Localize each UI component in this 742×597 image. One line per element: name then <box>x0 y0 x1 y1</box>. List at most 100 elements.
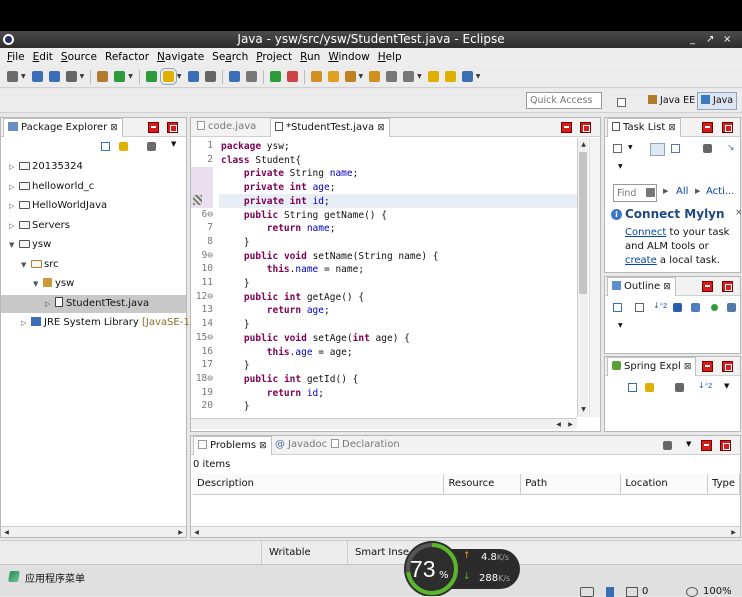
toggle-icon[interactable] <box>187 71 199 82</box>
open-folder-icon[interactable] <box>327 71 339 82</box>
minimize-view-button[interactable] <box>702 281 713 292</box>
maximize-view-button[interactable] <box>720 440 731 451</box>
code-line[interactable]: public void setAge(int age) { <box>221 332 410 346</box>
activate-link[interactable]: Acti... <box>706 186 734 197</box>
code-line[interactable]: package ysw; <box>221 140 290 154</box>
minimize-view-button[interactable] <box>702 122 713 133</box>
code-line[interactable]: } <box>221 236 250 250</box>
minimize-editor-button[interactable] <box>561 122 572 133</box>
scroll-up-icon[interactable]: ▲ <box>578 141 589 148</box>
chevron-down-icon[interactable]: ▼ <box>618 322 623 329</box>
code-line[interactable]: this.name = name; <box>221 263 364 277</box>
maximize-view-button[interactable] <box>722 281 733 292</box>
link-with-editor-icon[interactable] <box>119 142 128 151</box>
mark-occurrences-icon[interactable] <box>159 68 177 85</box>
scroll-right-icon[interactable]: ▶ <box>175 529 186 536</box>
chevron-down-icon[interactable]: ▼ <box>476 73 481 80</box>
chevron-down-icon[interactable]: ▼ <box>628 144 633 151</box>
chevron-down-icon[interactable]: ▼ <box>724 382 729 390</box>
tree-item[interactable]: ▼ ysw <box>1 275 74 293</box>
expand-down-icon[interactable]: ▼ <box>33 276 43 293</box>
expand-right-icon[interactable]: ▷ <box>9 198 19 215</box>
menu-file[interactable]: File <box>7 51 25 63</box>
collapse-all-icon[interactable] <box>101 142 110 151</box>
run-external-icon[interactable] <box>228 71 240 82</box>
code-line[interactable]: } <box>221 277 250 291</box>
menu-source[interactable]: Source <box>61 51 97 63</box>
maximize-view-button[interactable] <box>722 361 733 372</box>
menu-edit[interactable]: Edit <box>33 51 53 63</box>
view-menu-icon[interactable] <box>703 144 712 153</box>
all-tasks-link[interactable]: All <box>676 186 688 197</box>
minimize-view-button[interactable] <box>701 440 712 451</box>
apps-menu-icon[interactable] <box>8 571 20 582</box>
chevron-down-icon[interactable]: ▼ <box>171 140 176 148</box>
chevron-down-icon[interactable]: ▼ <box>177 73 182 80</box>
code-line[interactable]: public int getAge() { <box>221 291 364 305</box>
column-description[interactable]: Description <box>193 474 445 495</box>
code-line[interactable]: return name; <box>221 222 336 236</box>
editor-vertical-scrollbar[interactable]: ▲ ▼ <box>577 138 588 417</box>
menu-search[interactable]: Search <box>212 51 248 63</box>
tab-studenttest-java[interactable]: *StudentTest.java ⊠ <box>270 118 390 137</box>
code-line[interactable]: return age; <box>221 304 330 318</box>
search-scope-icon[interactable] <box>646 188 655 197</box>
code-line[interactable]: public int getId() { <box>221 373 358 387</box>
code-text-area[interactable]: package ysw; class Student{ private Strin… <box>221 140 577 420</box>
print-icon[interactable] <box>65 71 77 82</box>
code-line[interactable]: public void setName(String name) { <box>221 250 439 264</box>
create-link[interactable]: create <box>625 255 657 266</box>
collapse-all-icon[interactable] <box>628 383 637 392</box>
tab-problems[interactable]: Problems ⊠ <box>193 436 272 455</box>
hide-nonpublic-icon[interactable] <box>711 304 718 311</box>
tab-task-list[interactable]: Task List ⊠ <box>607 118 681 137</box>
scroll-left-icon[interactable]: ◀ <box>191 529 202 536</box>
expand-down-icon[interactable]: ▼ <box>9 237 19 254</box>
scroll-right-icon[interactable]: ▶ <box>728 529 739 536</box>
tab-declaration[interactable]: Declaration <box>327 436 404 455</box>
chevron-down-icon[interactable]: ▼ <box>128 73 133 80</box>
code-line[interactable]: public String getName() { <box>221 209 387 223</box>
filter-icon[interactable] <box>650 143 665 156</box>
minimize-view-button[interactable] <box>702 361 713 372</box>
tab-javadoc[interactable]: @ Javadoc <box>271 436 331 455</box>
expand-right-icon[interactable]: ▷ <box>45 296 55 313</box>
tree-item[interactable]: ▷ StudentTest.java <box>1 294 186 313</box>
column-location[interactable]: Location <box>620 474 709 495</box>
code-line[interactable]: private int id; <box>221 195 330 209</box>
quick-access-input[interactable] <box>526 92 602 109</box>
new-task-icon[interactable] <box>613 144 622 153</box>
column-type[interactable]: Type <box>707 474 740 495</box>
perspective-java-ee[interactable]: Java EE <box>644 92 699 110</box>
sort-alpha-icon[interactable]: ↓ᴬᴢ <box>698 381 712 390</box>
hide-local-types-icon[interactable] <box>727 303 736 312</box>
open-task-icon[interactable] <box>344 71 356 82</box>
collapse-all-icon[interactable] <box>613 303 622 312</box>
menu-project[interactable]: Project <box>256 51 292 63</box>
code-line[interactable]: class Student{ <box>221 154 301 168</box>
close-button[interactable]: × <box>723 31 731 48</box>
hide-static-icon[interactable] <box>691 303 700 312</box>
network-monitor-widget[interactable]: 73 % ↑ 4.8K/s ↓ 288K/s <box>400 541 521 596</box>
menu-navigate[interactable]: Navigate <box>157 51 204 63</box>
view-menu-icon[interactable] <box>675 383 684 392</box>
chevron-down-icon[interactable]: ▼ <box>21 73 26 80</box>
expand-right-icon[interactable]: ▷ <box>9 179 19 196</box>
save-icon[interactable] <box>31 71 43 82</box>
minimize-button[interactable]: _ <box>690 31 695 48</box>
prev-annotation-icon[interactable] <box>403 71 415 82</box>
scroll-left-icon[interactable]: ◀ <box>553 421 564 428</box>
forward-icon[interactable] <box>444 71 456 82</box>
perspective-java[interactable]: Java <box>697 92 738 110</box>
open-type-icon[interactable] <box>97 71 109 82</box>
pin-icon[interactable] <box>461 71 473 82</box>
code-line[interactable]: private String name; <box>221 167 358 181</box>
close-icon[interactable]: ⊠ <box>668 123 676 133</box>
skip-breakpoints-icon[interactable] <box>145 71 157 82</box>
menu-window[interactable]: Window <box>328 51 369 63</box>
tree-item[interactable]: ▼ src <box>1 256 59 274</box>
coverage-icon[interactable] <box>286 71 298 82</box>
maximize-button[interactable]: ↗ <box>706 31 714 48</box>
column-path[interactable]: Path <box>520 474 622 495</box>
horizontal-scrollbar[interactable]: ◀ ▶ <box>1 526 186 537</box>
